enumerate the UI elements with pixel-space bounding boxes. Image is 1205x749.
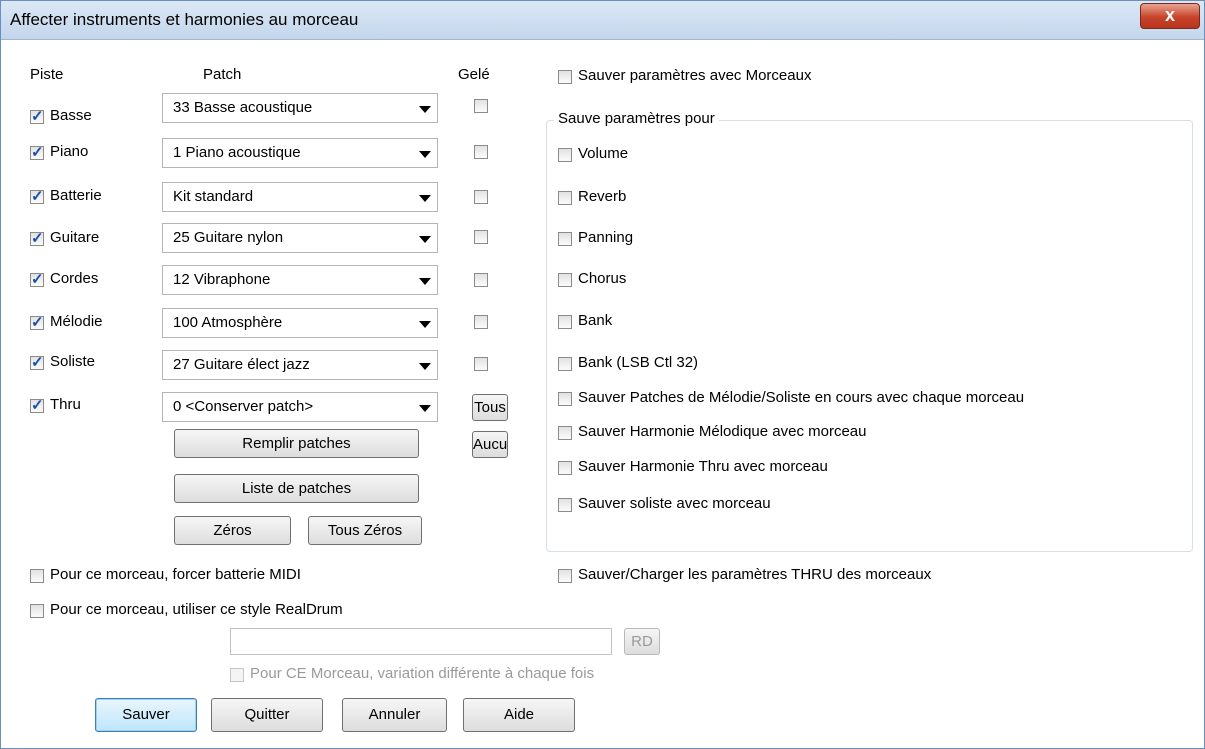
rd-button[interactable]: RD xyxy=(624,628,660,655)
patch-select-basse[interactable]: 33 Basse acoustique xyxy=(162,93,438,123)
quit-button[interactable]: Quitter xyxy=(211,698,323,732)
checkbox-label: Bank (LSB Ctl 32) xyxy=(578,354,699,371)
checkbox[interactable] xyxy=(30,353,44,371)
dialog-window: Affecter instruments et harmonies au mor… xyxy=(0,0,1205,749)
help-button[interactable]: Aide xyxy=(463,698,575,732)
save-params-group xyxy=(546,120,1193,552)
all-zeros-button[interactable]: Tous Zéros xyxy=(308,516,422,545)
patch-value: 100 Atmosphère xyxy=(173,314,283,331)
checkbox[interactable] xyxy=(558,191,572,205)
header-gele: Gelé xyxy=(458,66,490,83)
track-label: Thru xyxy=(50,396,81,413)
chevron-down-icon xyxy=(419,195,431,202)
frozen-melodie-checkbox[interactable] xyxy=(474,315,488,329)
frozen-piano-checkbox[interactable] xyxy=(474,145,488,159)
chevron-down-icon xyxy=(419,278,431,285)
zeros-button[interactable]: Zéros xyxy=(174,516,291,545)
checkbox[interactable] xyxy=(558,426,572,440)
chevron-down-icon xyxy=(419,405,431,412)
checkbox-label: Sauver/Charger les paramètres THRU des m… xyxy=(578,566,932,583)
patch-value: 12 Vibraphone xyxy=(173,271,271,288)
patch-select-cordes[interactable]: 12 Vibraphone xyxy=(162,265,438,295)
checkbox[interactable] xyxy=(558,315,572,329)
patch-value: 25 Guitare nylon xyxy=(173,229,284,246)
checkbox-label: Panning xyxy=(578,229,634,246)
checkbox[interactable] xyxy=(30,270,44,288)
checkbox[interactable] xyxy=(558,392,572,406)
checkbox[interactable] xyxy=(30,229,44,247)
checkbox-label: Chorus xyxy=(578,270,627,287)
checkbox-label: Reverb xyxy=(578,188,627,205)
checkbox[interactable] xyxy=(558,232,572,246)
patch-value: 27 Guitare élect jazz xyxy=(173,356,310,373)
checkbox[interactable] xyxy=(30,604,44,618)
patch-value: 0 <Conserver patch> xyxy=(173,398,314,415)
frozen-soliste-checkbox[interactable] xyxy=(474,357,488,371)
none-frozen-button[interactable]: Aucur xyxy=(472,431,508,458)
checkbox[interactable] xyxy=(30,187,44,205)
patch-select-soliste[interactable]: 27 Guitare élect jazz xyxy=(162,350,438,380)
chevron-down-icon xyxy=(419,106,431,113)
chevron-down-icon xyxy=(419,321,431,328)
track-label: Cordes xyxy=(50,270,99,287)
checkbox[interactable] xyxy=(558,569,572,583)
checkbox-label: Sauver Patches de Mélodie/Soliste en cou… xyxy=(578,389,1025,406)
track-label: Basse xyxy=(50,107,92,124)
patch-list-button[interactable]: Liste de patches xyxy=(174,474,419,503)
checkbox-label: Pour ce morceau, forcer batterie MIDI xyxy=(50,566,301,583)
frozen-cordes-checkbox[interactable] xyxy=(474,273,488,287)
save-params-group-title: Sauve paramètres pour xyxy=(554,110,719,127)
track-label: Piano xyxy=(50,143,89,160)
checkbox[interactable] xyxy=(558,498,572,512)
checkbox[interactable] xyxy=(558,357,572,371)
patch-select-guitare[interactable]: 25 Guitare nylon xyxy=(162,223,438,253)
patch-select-melodie[interactable]: 100 Atmosphère xyxy=(162,308,438,338)
checkbox[interactable] xyxy=(558,148,572,162)
checkbox[interactable] xyxy=(30,143,44,161)
checkbox-label: Bank xyxy=(578,312,613,329)
checkbox[interactable] xyxy=(30,569,44,583)
chevron-down-icon xyxy=(419,236,431,243)
frozen-batterie-checkbox[interactable] xyxy=(474,190,488,204)
checkbox-label: Volume xyxy=(578,145,629,162)
frozen-guitare-checkbox[interactable] xyxy=(474,230,488,244)
realdrum-style-input[interactable] xyxy=(230,628,612,655)
checkbox-label: Sauver soliste avec morceau xyxy=(578,495,771,512)
checkbox-label: Pour CE Morceau, variation différente à … xyxy=(250,665,595,682)
track-label: Batterie xyxy=(50,187,102,204)
patch-select-batterie[interactable]: Kit standard xyxy=(162,182,438,212)
chevron-down-icon xyxy=(419,363,431,370)
cancel-button[interactable]: Annuler xyxy=(342,698,447,732)
header-piste: Piste xyxy=(30,66,64,83)
header-patch: Patch xyxy=(203,66,242,83)
patch-value: 1 Piano acoustique xyxy=(173,144,301,161)
window-title: Affecter instruments et harmonies au mor… xyxy=(10,10,359,29)
patch-select-thru[interactable]: 0 <Conserver patch> xyxy=(162,392,438,422)
title-bar: Affecter instruments et harmonies au mor… xyxy=(1,1,1204,40)
checkbox[interactable] xyxy=(558,70,572,84)
checkbox[interactable] xyxy=(558,461,572,475)
patch-value: 33 Basse acoustique xyxy=(173,99,313,116)
patch-value: Kit standard xyxy=(173,188,254,205)
save-button[interactable]: Sauver xyxy=(95,698,197,732)
track-label: Mélodie xyxy=(50,313,103,330)
fill-patches-button[interactable]: Remplir patches xyxy=(174,429,419,458)
patch-select-piano[interactable]: 1 Piano acoustique xyxy=(162,138,438,168)
track-label: Guitare xyxy=(50,229,100,246)
checkbox-label: Sauver Harmonie Mélodique avec morceau xyxy=(578,423,867,440)
close-button[interactable]: x xyxy=(1140,3,1200,29)
checkbox[interactable] xyxy=(30,107,44,125)
checkbox[interactable] xyxy=(558,273,572,287)
checkbox-label: Sauver Harmonie Thru avec morceau xyxy=(578,458,828,475)
checkbox[interactable] xyxy=(30,313,44,331)
frozen-basse-checkbox[interactable] xyxy=(474,99,488,113)
track-label: Soliste xyxy=(50,353,96,370)
chevron-down-icon xyxy=(419,151,431,158)
all-frozen-button[interactable]: Tous xyxy=(472,394,508,421)
checkbox-label: Pour ce morceau, utiliser ce style RealD… xyxy=(50,601,343,618)
checkbox-label: Sauver paramètres avec Morceaux xyxy=(578,67,812,84)
checkbox[interactable] xyxy=(30,396,44,414)
checkbox[interactable] xyxy=(230,668,244,682)
